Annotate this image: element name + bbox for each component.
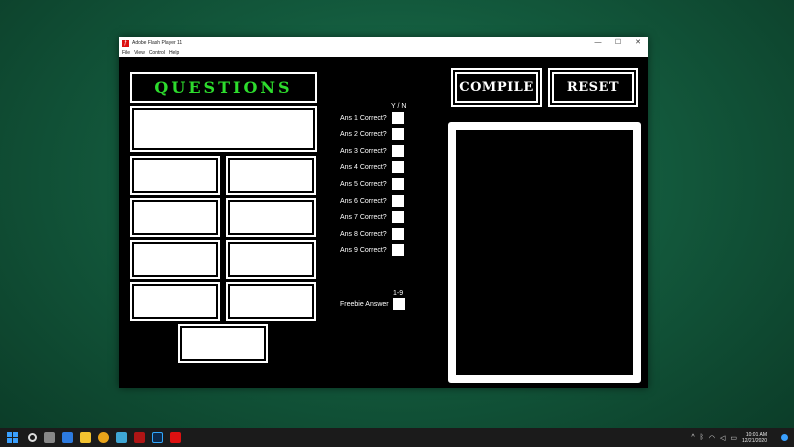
- answer-box-7[interactable]: [130, 282, 220, 321]
- answer-box-3[interactable]: [130, 198, 220, 237]
- answer-7-correct-checkbox[interactable]: [392, 211, 404, 223]
- widgets-icon[interactable]: [62, 432, 73, 443]
- answer-check-row-4: Ans 4 Correct?: [340, 161, 404, 173]
- bluetooth-icon[interactable]: ᛒ: [700, 434, 704, 441]
- freebie-row: Freebie Answer: [340, 298, 405, 310]
- answer-check-row-1: Ans 1 Correct?: [340, 112, 404, 124]
- answer-6-correct-checkbox[interactable]: [392, 195, 404, 207]
- answer-4-correct-checkbox[interactable]: [392, 161, 404, 173]
- compile-button-label: COMPILE: [455, 72, 538, 103]
- answer-check-label: Ans 6 Correct?: [340, 197, 387, 205]
- answer-3-correct-checkbox[interactable]: [392, 145, 404, 157]
- answer-check-row-8: Ans 8 Correct?: [340, 228, 404, 240]
- answer-check-row-7: Ans 7 Correct?: [340, 211, 404, 223]
- system-tray: ^ ᛒ ◠ ◁ ▭ 10:01 AM 12/21/2020: [691, 428, 794, 447]
- freebie-answer-input[interactable]: [393, 298, 405, 310]
- flash-stage: QUESTIONS Y / N Ans 1 Correct? Ans 2 Cor…: [119, 57, 648, 388]
- answer-check-label: Ans 3 Correct?: [340, 147, 387, 155]
- questions-header-text: QUESTIONS: [154, 78, 293, 97]
- tray-chevron-icon[interactable]: ^: [691, 434, 694, 441]
- chrome-icon[interactable]: [98, 432, 109, 443]
- notepad-icon[interactable]: [116, 432, 127, 443]
- notification-icon[interactable]: [781, 434, 788, 441]
- search-icon[interactable]: [28, 433, 37, 442]
- answer-8-correct-checkbox[interactable]: [392, 228, 404, 240]
- answer-box-2[interactable]: [226, 156, 316, 195]
- answer-check-label: Ans 9 Correct?: [340, 246, 387, 254]
- close-button[interactable]: ✕: [628, 37, 648, 49]
- menu-help[interactable]: Help: [169, 50, 179, 56]
- answer-box-8[interactable]: [226, 282, 316, 321]
- answer-check-row-9: Ans 9 Correct?: [340, 244, 404, 256]
- window-title: Adobe Flash Player 11: [132, 40, 183, 46]
- maximize-button[interactable]: ☐: [608, 37, 628, 49]
- answer-box-4[interactable]: [226, 198, 316, 237]
- answer-2-correct-checkbox[interactable]: [392, 128, 404, 140]
- output-panel: [448, 122, 641, 383]
- answer-box-1[interactable]: [130, 156, 220, 195]
- reset-button[interactable]: RESET: [548, 68, 638, 107]
- answer-check-row-3: Ans 3 Correct?: [340, 145, 404, 157]
- answer-5-correct-checkbox[interactable]: [392, 178, 404, 190]
- menu-bar: File View Control Help: [119, 49, 648, 57]
- answer-check-label: Ans 4 Correct?: [340, 163, 387, 171]
- taskbar: ^ ᛒ ◠ ◁ ▭ 10:01 AM 12/21/2020: [0, 428, 794, 447]
- clock-date: 12/21/2020: [741, 437, 767, 444]
- answer-box-6[interactable]: [226, 240, 316, 279]
- file-explorer-icon[interactable]: [80, 432, 91, 443]
- output-screen: [456, 130, 633, 375]
- answer-check-label: Ans 8 Correct?: [340, 230, 387, 238]
- task-view-icon[interactable]: [44, 432, 55, 443]
- start-icon[interactable]: [7, 432, 18, 443]
- compile-button[interactable]: COMPILE: [451, 68, 542, 107]
- answer-1-correct-checkbox[interactable]: [392, 112, 404, 124]
- answer-check-row-2: Ans 2 Correct?: [340, 128, 404, 140]
- freebie-answer-label: Freebie Answer: [340, 300, 389, 308]
- answer-check-row-5: Ans 5 Correct?: [340, 178, 404, 190]
- clock-time: 10:01 AM: [745, 431, 767, 438]
- photoshop-icon[interactable]: [152, 432, 163, 443]
- flash-player-window: ƒ Adobe Flash Player 11 — ☐ ✕ File View …: [119, 37, 648, 388]
- flash-player-icon: ƒ: [122, 39, 129, 47]
- question-text-box[interactable]: [130, 106, 317, 152]
- menu-control[interactable]: Control: [149, 50, 165, 56]
- answer-box-5[interactable]: [130, 240, 220, 279]
- answer-check-label: Ans 2 Correct?: [340, 130, 387, 138]
- answer-check-label: Ans 1 Correct?: [340, 114, 387, 122]
- game-icon[interactable]: [134, 432, 145, 443]
- reset-button-label: RESET: [552, 72, 634, 103]
- clock[interactable]: 10:01 AM 12/21/2020: [742, 432, 767, 444]
- volume-icon[interactable]: ◁: [720, 434, 725, 442]
- yes-no-column-label: Y / N: [391, 103, 407, 110]
- menu-file[interactable]: File: [122, 50, 130, 56]
- answer-box-9[interactable]: [178, 324, 268, 363]
- flash-icon[interactable]: [170, 432, 181, 443]
- answer-check-label: Ans 7 Correct?: [340, 213, 387, 221]
- menu-view[interactable]: View: [134, 50, 145, 56]
- questions-header: QUESTIONS: [130, 72, 317, 103]
- title-bar[interactable]: ƒ Adobe Flash Player 11 — ☐ ✕: [119, 37, 648, 49]
- wifi-icon[interactable]: ◠: [709, 434, 715, 442]
- answer-check-label: Ans 5 Correct?: [340, 180, 387, 188]
- answer-check-row-6: Ans 6 Correct?: [340, 195, 404, 207]
- answer-9-correct-checkbox[interactable]: [392, 244, 404, 256]
- battery-icon[interactable]: ▭: [730, 434, 737, 442]
- freebie-range-label: 1-9: [393, 290, 404, 297]
- minimize-button[interactable]: —: [588, 37, 608, 49]
